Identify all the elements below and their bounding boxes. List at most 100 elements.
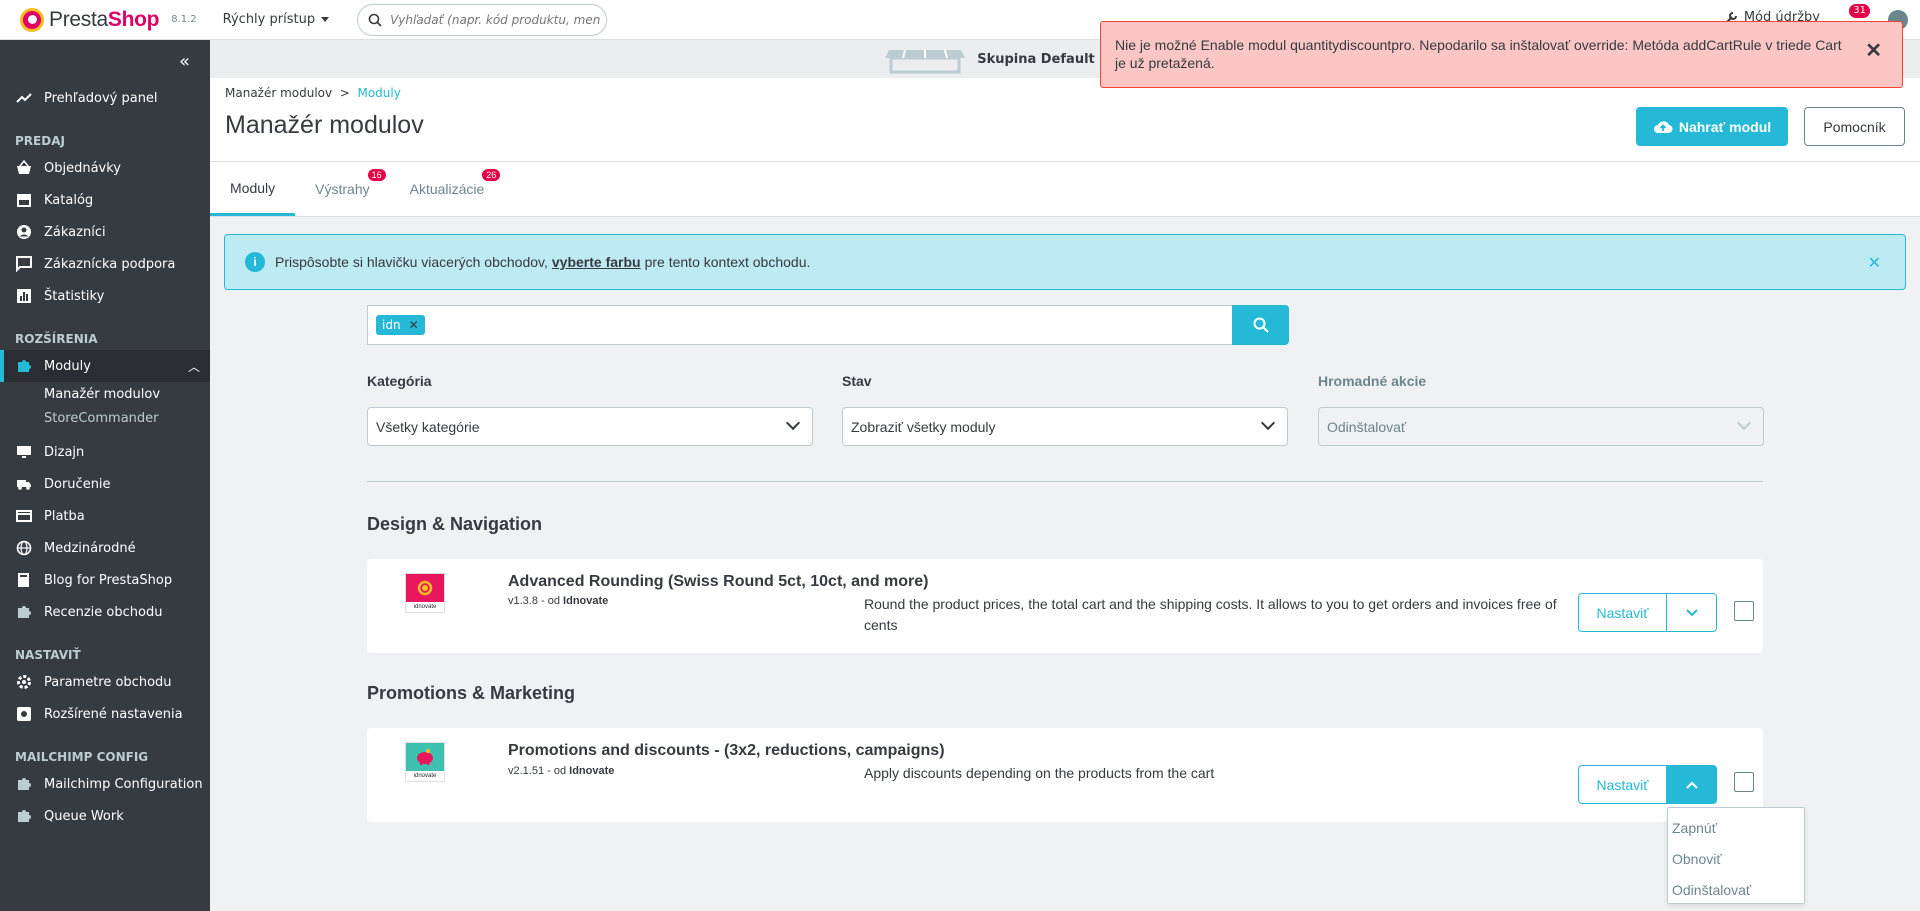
module-select-checkbox[interactable] <box>1734 772 1754 792</box>
sidebar-item-label: Rozšírené nastavenia <box>44 706 183 722</box>
prestashop-logo-icon <box>20 7 44 32</box>
collapse-sidebar-icon[interactable]: « <box>0 40 210 82</box>
configure-button[interactable]: Nastaviť <box>1578 765 1667 804</box>
sidebar-item-advanced-settings[interactable]: Rozšírené nastavenia <box>0 698 210 730</box>
section-extensions: ROZŠÍRENIA <box>15 332 98 346</box>
storefront-icon <box>885 49 966 74</box>
filters-divider <box>367 481 1763 482</box>
sidebar-item-international[interactable]: Medzinárodné <box>0 532 210 564</box>
sidebar-item-label: Platba <box>44 508 85 524</box>
header-search[interactable] <box>357 3 608 36</box>
sidebar-subitem-storecommander[interactable]: StoreCommander <box>0 406 210 430</box>
close-icon[interactable]: ✕ <box>1868 253 1881 273</box>
sidebar-item-label: Medzinárodné <box>44 540 136 556</box>
category-title: Promotions & Marketing <box>367 683 576 703</box>
chevron-down-icon <box>1736 415 1752 431</box>
breadcrumb-separator: > <box>339 86 350 100</box>
module-logo-brand: idnovate <box>406 602 444 612</box>
configure-button[interactable]: Nastaviť <box>1578 593 1667 632</box>
breadcrumb-parent[interactable]: Manažér modulov <box>225 86 332 100</box>
sidebar-item-customers[interactable]: Zákazníci <box>0 216 210 248</box>
module-actions-toggle[interactable] <box>1667 593 1717 632</box>
sidebar-item-reviews[interactable]: Recenzie obchodu <box>0 596 210 628</box>
module-card: idnovate Promotions and discounts - (3x2… <box>367 728 1763 822</box>
close-icon[interactable]: ✕ <box>1865 41 1882 61</box>
breadcrumb: Manažér modulov > Moduly <box>225 86 401 100</box>
module-name: Advanced Rounding (Swiss Round 5ct, 10ct… <box>508 573 929 590</box>
bulk-actions-value: Odinštalovať <box>1327 418 1407 435</box>
sidebar-item-catalog[interactable]: Katalóg <box>0 184 210 216</box>
notifications-badge[interactable]: 31 <box>1849 4 1870 18</box>
sidebar-item-label: Zákaznícka podpora <box>44 256 176 272</box>
sidebar-item-dashboard[interactable]: Prehľadový panel <box>0 82 210 114</box>
breadcrumb-current[interactable]: Moduly <box>357 86 400 100</box>
sidebar-item-shop-parameters[interactable]: Parametre obchodu <box>0 666 210 698</box>
section-sell: PREDAJ <box>15 134 65 148</box>
sidebar-subitem-module-manager[interactable]: Manažér modulov <box>0 382 210 406</box>
sidebar-item-label: Štatistiky <box>44 288 105 304</box>
remove-tag-icon[interactable]: ✕ <box>409 318 419 332</box>
tab-label: Moduly <box>230 179 276 196</box>
status-select[interactable]: Zobraziť všetky moduly <box>842 407 1288 446</box>
tab-label: Aktualizácie <box>409 181 485 197</box>
module-search-button[interactable] <box>1232 305 1289 345</box>
tab-alerts[interactable]: Výstrahy 16 <box>295 162 389 216</box>
chevron-down-icon <box>785 415 801 431</box>
bulk-actions-label: Hromadné akcie <box>1318 373 1427 389</box>
module-select-checkbox[interactable] <box>1734 601 1754 621</box>
shop-group-label: Skupina Default <box>977 51 1095 67</box>
upload-module-button[interactable]: Nahrať modul <box>1636 107 1788 146</box>
category-select[interactable]: Všetky kategórie <box>367 407 813 446</box>
quick-access-dropdown[interactable]: Rýchly prístup <box>222 12 330 27</box>
globe-icon <box>16 540 32 556</box>
search-icon <box>368 13 382 27</box>
prestashop-logo[interactable]: PrestaShop <box>20 7 160 32</box>
error-alert: Nie je možné Enable modul quantitydiscou… <box>1100 21 1903 88</box>
menu-item-uninstall[interactable]: Odinštalovať <box>1668 874 1804 905</box>
bulk-actions-select: Odinštalovať <box>1318 407 1764 446</box>
sidebar-item-modules[interactable]: Moduly ︿ <box>0 350 210 382</box>
category-title: Design & Navigation <box>367 514 543 534</box>
sidebar-item-support[interactable]: Zákaznícka podpora <box>0 248 210 280</box>
credit-card-icon <box>16 508 32 524</box>
sidebar-item-label: Zákazníci <box>44 224 106 240</box>
book-icon <box>16 572 32 588</box>
multistore-info-alert: i Prispôsobte si hlavičku viacerých obch… <box>224 234 1906 290</box>
chat-icon <box>16 256 32 272</box>
status-select-value: Zobraziť všetky moduly <box>851 418 996 435</box>
sun-icon <box>417 580 433 596</box>
quick-access-label: Rýchly prístup <box>222 12 316 27</box>
sidebar-item-queue-work[interactable]: Queue Work <box>0 800 210 832</box>
page-title: Manažér modulov <box>225 111 424 139</box>
info-icon: i <box>245 252 265 272</box>
sidebar-item-shipping[interactable]: Doručenie <box>0 468 210 500</box>
sidebar-item-orders[interactable]: Objednávky <box>0 152 210 184</box>
module-actions-toggle[interactable] <box>1667 765 1717 804</box>
settings-box-icon <box>16 706 32 722</box>
module-version: v2.1.51 - od <box>508 765 567 777</box>
header-search-input[interactable] <box>390 12 601 27</box>
module-description: Round the product prices, the total cart… <box>864 596 1557 633</box>
puzzle-icon <box>16 776 32 792</box>
sidebar-item-blog[interactable]: Blog for PrestaShop <box>0 564 210 596</box>
sidebar-item-payment[interactable]: Platba <box>0 500 210 532</box>
sidebar: « Prehľadový panel PREDAJ Objednávky Kat… <box>0 40 210 911</box>
piggy-bank-icon <box>417 749 433 765</box>
help-button[interactable]: Pomocník <box>1804 107 1905 146</box>
category-filter-label: Kategória <box>367 373 432 389</box>
puzzle-icon <box>16 604 32 620</box>
tab-modules[interactable]: Moduly <box>210 162 296 216</box>
sidebar-item-mailchimp-config[interactable]: Mailchimp Configuration <box>0 768 210 800</box>
module-meta: v1.3.8 - od Idnovate <box>508 595 608 607</box>
module-search-field[interactable]: idn ✕ <box>367 305 1233 345</box>
module-logo: idnovate <box>405 742 445 782</box>
sidebar-item-stats[interactable]: Štatistiky <box>0 280 210 312</box>
module-card: idnovate Advanced Rounding (Swiss Round … <box>367 559 1763 653</box>
tab-badge: 26 <box>482 169 501 181</box>
tab-updates[interactable]: Aktualizácie 26 <box>390 162 505 216</box>
chevron-down-icon <box>1685 608 1698 616</box>
menu-item-enable[interactable]: Zapnúť <box>1668 812 1804 843</box>
sidebar-item-design[interactable]: Dizajn <box>0 436 210 468</box>
menu-item-reset[interactable]: Obnoviť <box>1668 843 1804 874</box>
choose-color-link[interactable]: vyberte farbu <box>552 254 641 270</box>
